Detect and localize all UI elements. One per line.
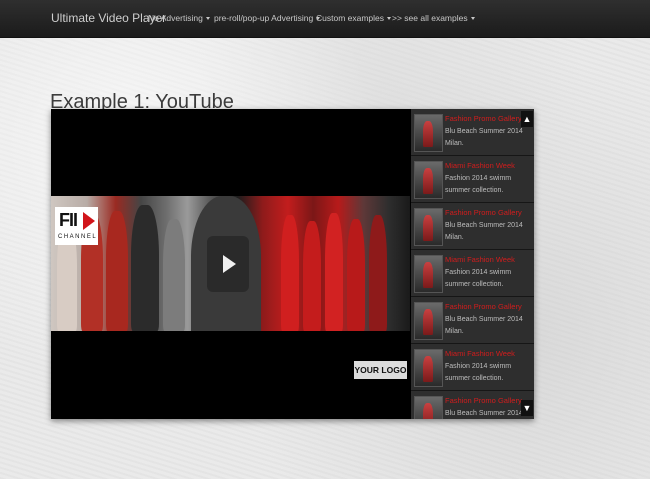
caret-down-icon	[387, 17, 392, 21]
video-screen[interactable]: FII CHANNEL YOUR LOGO	[51, 109, 410, 419]
playlist-item[interactable]: Miami Fashion Week Fashion 2014 swimm su…	[411, 250, 534, 297]
playlist-item-description: Blu Beach Summer 2014 Milan.	[445, 316, 523, 335]
playlist-item-description: Fashion 2014 swimm summer collection.	[445, 175, 512, 194]
nav-label: >> see all examples	[392, 13, 468, 23]
nav-label: Custom examples	[316, 13, 385, 23]
playlist-thumbnail	[414, 114, 443, 152]
watermark-logo: YOUR LOGO	[354, 361, 407, 379]
nav-label: No Advertising	[148, 13, 203, 23]
model-figure	[281, 215, 299, 331]
channel-logo: FII CHANNEL	[55, 207, 98, 245]
chevron-up-icon: ▲	[522, 114, 532, 124]
playlist-item-description: Blu Beach Summer 2014 Milan.	[445, 128, 523, 147]
playlist-thumbnail	[414, 161, 443, 199]
nav-custom-examples[interactable]: Custom examples	[316, 13, 392, 23]
playlist-item-description: Blu Beach Summer 2014 Milan.	[445, 222, 523, 241]
playlist-item-description: Blu Beach Summer 2014 Milan.	[445, 410, 523, 417]
play-icon	[223, 255, 236, 273]
video-player: FII CHANNEL YOUR LOGO Fashion Promo Gall…	[51, 109, 534, 419]
playlist-item[interactable]: Fashion Promo Gallery Blu Beach Summer 2…	[411, 203, 534, 250]
playlist-item[interactable]: Miami Fashion Week Fashion 2014 swimm su…	[411, 344, 534, 391]
chevron-down-icon: ▼	[522, 403, 532, 413]
caret-down-icon	[205, 17, 210, 21]
playlist: Fashion Promo Gallery Blu Beach Summer 2…	[411, 109, 534, 419]
playlist-item-title: Fashion Promo Gallery	[445, 208, 522, 217]
playlist-thumbnail	[414, 396, 443, 419]
playlist-item-description: Fashion 2014 swimm summer collection.	[445, 363, 512, 382]
playlist-item-description: Fashion 2014 swimm summer collection.	[445, 269, 512, 288]
model-figure	[369, 215, 387, 331]
playlist-item[interactable]: Fashion Promo Gallery Blu Beach Summer 2…	[411, 391, 534, 419]
model-figure	[303, 221, 321, 331]
playlist-item[interactable]: Fashion Promo Gallery Blu Beach Summer 2…	[411, 297, 534, 344]
playlist-item-title: Fashion Promo Gallery	[445, 114, 522, 123]
playlist-thumbnail	[414, 208, 443, 246]
playlist-scroll-up-button[interactable]: ▲	[521, 111, 533, 127]
navbar: Ultimate Video Player No Advertising pre…	[0, 0, 650, 38]
playlist-thumbnail	[414, 302, 443, 340]
model-figure	[163, 219, 185, 331]
playlist-thumbnail	[414, 255, 443, 293]
nav-see-all-examples[interactable]: >> see all examples	[392, 13, 475, 23]
playlist-item[interactable]: Miami Fashion Week Fashion 2014 swimm su…	[411, 156, 534, 203]
playlist-item-title: Miami Fashion Week	[445, 255, 515, 264]
playlist-scroll-down-button[interactable]: ▼	[521, 400, 533, 416]
channel-logo-mark: FII	[59, 210, 78, 230]
playlist-item-title: Fashion Promo Gallery	[445, 302, 522, 311]
model-figure	[131, 205, 159, 331]
play-button[interactable]	[207, 236, 249, 292]
channel-logo-label: CHANNEL	[58, 234, 98, 240]
playlist-item-title: Miami Fashion Week	[445, 349, 515, 358]
caret-down-icon	[470, 17, 475, 21]
model-figure	[347, 219, 365, 331]
nav-preroll-advertising[interactable]: pre-roll/pop-up Advertising	[214, 13, 321, 23]
model-figure	[325, 213, 343, 331]
model-figure	[106, 211, 128, 331]
playlist-item-title: Miami Fashion Week	[445, 161, 515, 170]
nav-no-advertising[interactable]: No Advertising	[148, 13, 210, 23]
playlist-item-title: Fashion Promo Gallery	[445, 396, 522, 405]
playlist-thumbnail	[414, 349, 443, 387]
nav-label: pre-roll/pop-up Advertising	[214, 13, 314, 23]
playlist-item[interactable]: Fashion Promo Gallery Blu Beach Summer 2…	[411, 109, 534, 156]
logo-triangle-icon	[83, 212, 95, 230]
